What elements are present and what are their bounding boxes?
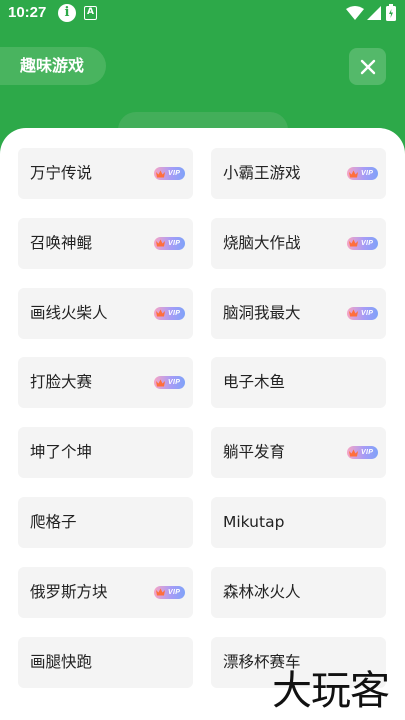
game-item[interactable]: 小霸王游戏 VIP (211, 148, 386, 199)
crown-icon (349, 239, 358, 247)
a-notification-icon: A (84, 6, 97, 20)
vip-badge: VIP (154, 306, 185, 320)
vip-badge: VIP (347, 446, 378, 460)
vip-badge: VIP (347, 306, 378, 320)
game-item[interactable]: 躺平发育 VIP (211, 427, 386, 479)
crown-icon (156, 170, 165, 177)
game-item[interactable]: 俄罗斯方块 VIP (18, 566, 193, 618)
crown-icon (156, 239, 165, 247)
game-item-label: 画线火柴人 (30, 303, 108, 322)
game-item-label: 坤了个坤 (30, 443, 93, 462)
vip-badge: VIP (154, 376, 185, 390)
crown-icon (156, 309, 165, 317)
crown-icon (349, 449, 358, 457)
vip-badge: VIP (154, 236, 185, 250)
game-item[interactable]: 万宁传说 VIP (18, 148, 193, 199)
game-item-label: 电子木鱼 (223, 373, 286, 392)
crown-icon (349, 309, 358, 317)
close-icon (360, 59, 375, 74)
game-item[interactable]: 画线火柴人 VIP (18, 287, 193, 339)
vip-label: VIP (361, 239, 374, 247)
vip-label: VIP (168, 379, 181, 387)
game-item[interactable]: Mikutap (211, 497, 386, 548)
status-bar: 10:27 i A (0, 0, 405, 28)
vip-label: VIP (361, 170, 374, 177)
game-item-label: 森林冰火人 (223, 582, 301, 601)
game-item[interactable]: 电子木鱼 (211, 357, 386, 409)
game-item[interactable]: 召唤神鲲 VIP (18, 217, 193, 269)
battery-icon (386, 4, 396, 21)
game-item[interactable]: 坤了个坤 (18, 427, 193, 479)
crown-icon (156, 588, 165, 596)
game-item-label: 躺平发育 (223, 443, 286, 462)
vip-label: VIP (168, 309, 181, 317)
game-item-label: 俄罗斯方块 (30, 582, 108, 601)
info-icon: i (58, 4, 76, 22)
game-item-label: 打脸大赛 (30, 373, 93, 392)
game-item-label: 召唤神鲲 (30, 233, 93, 252)
crown-icon (156, 379, 165, 387)
close-button[interactable] (349, 48, 386, 85)
vip-badge: VIP (154, 167, 185, 180)
vip-label: VIP (361, 309, 374, 317)
game-item-label: 烧脑大作战 (223, 233, 301, 252)
screen: 10:27 i A 趣味游戏 万宁传说 VIP 小霸王游戏 VIP 召唤神鲲 VIP 烧脑大… (0, 0, 405, 720)
game-item-label: 小霸王游戏 (223, 164, 301, 182)
wifi-icon (346, 6, 364, 20)
game-item[interactable]: 爬格子 (18, 497, 193, 548)
game-item[interactable]: 脑洞我最大 VIP (211, 287, 386, 339)
vip-badge: VIP (347, 236, 378, 250)
game-item-label: 画腿快跑 (30, 652, 93, 671)
vip-label: VIP (168, 239, 181, 247)
vip-badge: VIP (347, 167, 378, 180)
game-item[interactable]: 画腿快跑 (18, 636, 193, 688)
page-title: 趣味游戏 (0, 47, 106, 85)
games-sheet: 万宁传说 VIP 小霸王游戏 VIP 召唤神鲲 VIP 烧脑大作战 VIP 画线火柴人 VIP 脑洞… (0, 128, 405, 720)
game-item-label: Mikutap (223, 513, 285, 531)
watermark-logo: 大玩客 (272, 668, 390, 714)
game-item-label: 爬格子 (30, 513, 77, 531)
game-item[interactable]: 烧脑大作战 VIP (211, 217, 386, 269)
vip-label: VIP (168, 588, 181, 596)
crown-icon (349, 170, 358, 177)
vip-label: VIP (168, 170, 181, 177)
signal-icon (367, 6, 381, 20)
game-item-label: 万宁传说 (30, 164, 93, 182)
game-item[interactable]: 森林冰火人 (211, 566, 386, 618)
status-time: 10:27 (8, 4, 47, 21)
vip-badge: VIP (154, 585, 185, 599)
game-item-label: 脑洞我最大 (223, 303, 301, 322)
vip-label: VIP (361, 449, 374, 457)
game-item[interactable]: 打脸大赛 VIP (18, 357, 193, 409)
